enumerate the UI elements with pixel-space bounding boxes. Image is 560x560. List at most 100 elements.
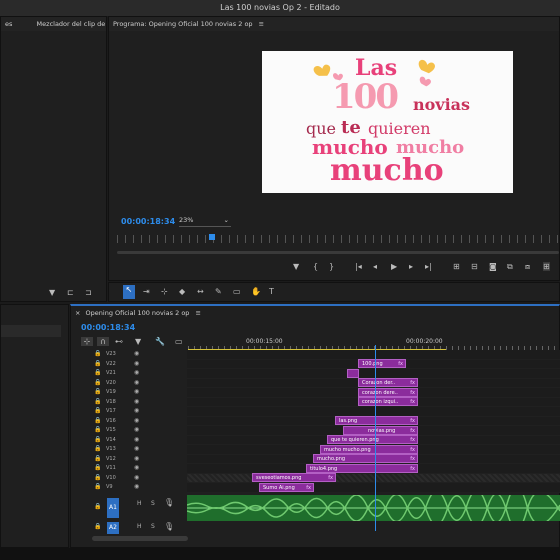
- lock-icon[interactable]: 🔒: [94, 483, 101, 490]
- eye-icon[interactable]: ◉: [134, 417, 139, 424]
- panel-menu-icon[interactable]: ≡: [259, 20, 264, 28]
- clip[interactable]: las.png fx: [335, 416, 418, 425]
- hand-icon[interactable]: ✋: [251, 287, 261, 296]
- microphone-icon[interactable]: 🎙: [164, 498, 174, 507]
- filter-icon[interactable]: ▼: [49, 288, 55, 297]
- eye-icon[interactable]: ◉: [134, 360, 139, 367]
- eye-icon[interactable]: ◉: [134, 398, 139, 405]
- mark-in-icon[interactable]: {: [313, 262, 318, 271]
- play-icon[interactable]: ▶: [391, 262, 397, 271]
- solo-button[interactable]: S: [151, 523, 155, 530]
- program-monitor-title[interactable]: Programa: Opening Oficial 100 novias 2 o…: [113, 20, 253, 28]
- eye-icon[interactable]: ◉: [134, 474, 139, 481]
- timeline-timecode[interactable]: 00:00:18:34: [81, 323, 135, 332]
- eye-icon[interactable]: ◉: [134, 455, 139, 462]
- monitor-ruler[interactable]: [117, 235, 559, 243]
- audio-track-label[interactable]: A1: [107, 498, 119, 518]
- add-marker-icon[interactable]: ▼: [293, 262, 299, 271]
- clip[interactable]: 100.png fx: [358, 359, 406, 368]
- lock-icon[interactable]: 🔒: [94, 350, 101, 357]
- lock-icon[interactable]: 🔒: [94, 379, 101, 386]
- clip[interactable]: titulo4.png fx: [306, 463, 418, 473]
- clip[interactable]: Corazon der.. fx: [358, 378, 418, 387]
- marker-icon[interactable]: ▼: [135, 337, 141, 346]
- razor-icon[interactable]: ◆: [179, 287, 185, 296]
- lock-icon[interactable]: 🔒: [94, 523, 101, 530]
- close-icon[interactable]: ×: [75, 309, 80, 317]
- eye-icon[interactable]: ◉: [134, 388, 139, 395]
- tab-audio-clip-mixer[interactable]: Mezclador del clip de au: [37, 20, 106, 28]
- wrench-icon[interactable]: 🔧: [155, 337, 165, 346]
- clip[interactable]: [347, 368, 359, 378]
- track-select-icon[interactable]: ⇥: [143, 287, 150, 296]
- video-frame[interactable]: Las 100 novias que te quieren mucho much…: [262, 51, 513, 193]
- captions-icon[interactable]: ▭: [175, 337, 183, 346]
- lock-icon[interactable]: 🔒: [94, 426, 101, 433]
- monitor-scrollbar[interactable]: [117, 251, 559, 254]
- timeline-title[interactable]: Opening Oficial 100 novias 2 op: [86, 309, 190, 317]
- go-to-in-icon[interactable]: |◂: [355, 262, 362, 271]
- snap-icon[interactable]: ∩: [97, 337, 109, 346]
- mute-button[interactable]: H: [137, 523, 142, 530]
- step-forward-icon[interactable]: ▸: [409, 262, 413, 271]
- solo-button[interactable]: S: [151, 500, 155, 507]
- clip[interactable]: mucho.png fx: [313, 454, 418, 463]
- lock-icon[interactable]: 🔒: [94, 436, 101, 443]
- pen-icon[interactable]: ✎: [215, 287, 222, 296]
- compare-icon[interactable]: ⧉: [507, 262, 513, 272]
- new-bin-icon[interactable]: ⊏: [67, 288, 74, 297]
- lock-icon[interactable]: 🔒: [94, 455, 101, 462]
- clip[interactable]: corazon izqui.. fx: [358, 397, 418, 406]
- program-timecode[interactable]: 00:00:18:34: [121, 217, 175, 226]
- nest-icon[interactable]: ⊹: [81, 337, 93, 346]
- clip[interactable]: mucho mucho.png fx: [320, 444, 418, 454]
- timeline-playhead[interactable]: [375, 345, 376, 531]
- lock-icon[interactable]: 🔒: [94, 464, 101, 471]
- eye-icon[interactable]: ◉: [134, 426, 139, 433]
- go-to-out-icon[interactable]: ▸|: [425, 262, 432, 271]
- settings-icon[interactable]: ⧈: [525, 262, 530, 272]
- lock-icon[interactable]: 🔒: [94, 360, 101, 367]
- type-tool-icon[interactable]: T: [269, 287, 274, 296]
- eye-icon[interactable]: ◉: [134, 350, 139, 357]
- mark-out-icon[interactable]: }: [329, 262, 334, 271]
- audio-track-label[interactable]: A2: [107, 522, 119, 534]
- playhead-marker[interactable]: [209, 234, 215, 240]
- eye-icon[interactable]: ◉: [134, 436, 139, 443]
- lift-icon[interactable]: ⊞: [453, 262, 460, 271]
- eye-icon[interactable]: ◉: [134, 445, 139, 452]
- eye-icon[interactable]: ◉: [134, 369, 139, 376]
- lock-icon[interactable]: 🔒: [94, 474, 101, 481]
- eye-icon[interactable]: ◉: [134, 464, 139, 471]
- lock-icon[interactable]: 🔒: [94, 407, 101, 414]
- clip[interactable]: que te quieren.png fx: [327, 435, 418, 444]
- lock-icon[interactable]: 🔒: [94, 398, 101, 405]
- eye-icon[interactable]: ◉: [134, 407, 139, 414]
- slip-icon[interactable]: ↔: [197, 287, 204, 296]
- clip[interactable]: Sumo Ai.png fx: [259, 482, 314, 492]
- microphone-icon[interactable]: 🎙: [164, 522, 174, 531]
- lock-icon[interactable]: 🔒: [94, 445, 101, 452]
- lock-icon[interactable]: 🔒: [94, 503, 101, 510]
- selection-tool-icon[interactable]: ↖: [123, 285, 135, 299]
- extract-icon[interactable]: ⊟: [471, 262, 478, 271]
- zoom-select[interactable]: 23% ⌄: [179, 216, 231, 227]
- timeline-scrollbar[interactable]: [92, 536, 188, 541]
- clip[interactable]: corazon dere.. fx: [358, 387, 418, 397]
- lock-icon[interactable]: 🔒: [94, 417, 101, 424]
- clip[interactable]: sveseotiamos.png fx: [252, 473, 336, 482]
- multi-icon[interactable]: ⊞: [543, 262, 550, 271]
- mute-button[interactable]: H: [137, 500, 142, 507]
- tab-source[interactable]: es: [5, 20, 12, 28]
- lock-icon[interactable]: 🔒: [94, 388, 101, 395]
- eye-icon[interactable]: ◉: [134, 483, 139, 490]
- camera-icon[interactable]: ◙: [489, 262, 497, 271]
- step-back-icon[interactable]: ◂: [373, 262, 377, 271]
- ripple-edit-icon[interactable]: ⊹: [161, 287, 168, 296]
- audio-waveform[interactable]: [186, 486, 560, 530]
- lock-icon[interactable]: 🔒: [94, 369, 101, 376]
- panel-menu-icon[interactable]: ≡: [196, 309, 201, 317]
- rectangle-icon[interactable]: ▭: [233, 287, 241, 296]
- timeline-ruler[interactable]: 00:00:15:00 00:00:20:00: [188, 336, 559, 351]
- linked-icon[interactable]: ⊷: [115, 337, 123, 346]
